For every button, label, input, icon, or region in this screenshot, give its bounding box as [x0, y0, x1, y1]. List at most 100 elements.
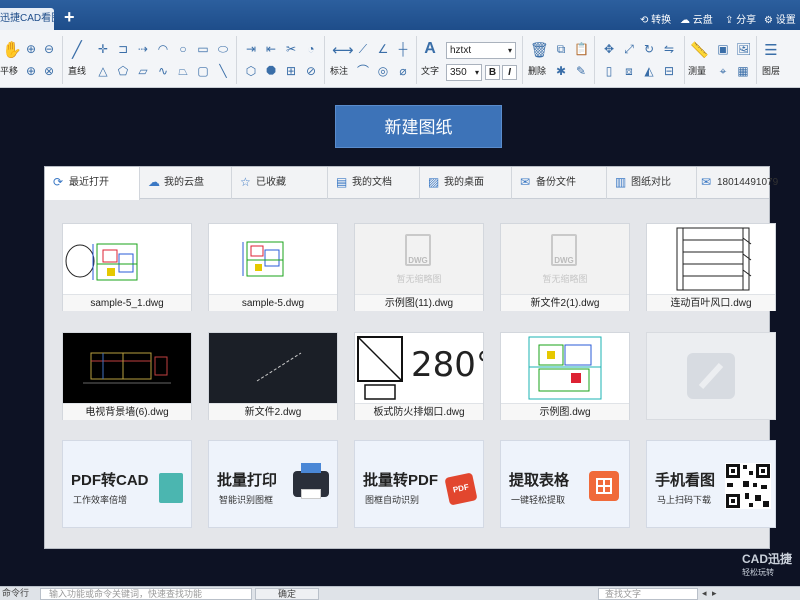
confirm-button[interactable]: 确定 — [255, 588, 319, 600]
italic-button[interactable]: I — [502, 65, 517, 80]
file-card[interactable]: DWG 暂无缩略图 新文件2(1).dwg — [500, 223, 630, 311]
extend-icon[interactable]: ⇤ — [264, 42, 278, 56]
cross-icon[interactable]: ✛ — [96, 42, 110, 56]
trapezoid-icon[interactable]: ⏢ — [176, 64, 190, 78]
promo-batch-pdf[interactable]: 批量转PDF 图框自动识别 PDF — [354, 440, 484, 528]
arc-icon[interactable]: ◠ — [156, 42, 170, 56]
tab-recent[interactable]: ⟳ 最近打开 — [45, 167, 140, 200]
file-card[interactable]: 连动百叶风口.dwg — [646, 223, 776, 311]
tab-account[interactable]: ✉ 18014491079 — [697, 167, 778, 199]
promo-mobile-view[interactable]: 手机看图 马上扫码下载 — [646, 440, 776, 528]
brush-icon[interactable]: ✎ — [574, 64, 588, 78]
explode-icon[interactable]: ✱ — [554, 64, 568, 78]
tab-cloud[interactable]: ☁ 我的云盘 — [140, 167, 232, 199]
file-card[interactable]: 280℃ 板式防火排烟口.dwg — [354, 332, 484, 420]
tab-backup[interactable]: ✉ 备份文件 — [512, 167, 607, 199]
file-card[interactable]: 新文件2.dwg — [208, 332, 338, 420]
zoom-window-icon[interactable]: ⊕ — [24, 64, 38, 78]
add-tab-button[interactable]: + — [64, 8, 75, 26]
font-size-select[interactable]: 350 ▾ — [446, 64, 482, 81]
zoom-out-icon[interactable]: ⊖ — [42, 42, 56, 56]
angular-dim-icon[interactable]: ∠ — [376, 42, 390, 56]
file-card[interactable]: sample-5_1.dwg — [62, 223, 192, 311]
settings-button[interactable]: ⚙ 设置 — [764, 11, 796, 26]
image-icon[interactable]: 🖼 — [736, 42, 751, 56]
ruler-icon[interactable]: 📏 — [690, 43, 709, 58]
command-input[interactable]: 输入功能或命令关键词，快速查找功能 — [40, 588, 252, 600]
promo-batch-print[interactable]: 批量打印 智能识别图框 — [208, 440, 338, 528]
arc-dim-icon[interactable]: ⌒ — [356, 64, 370, 78]
radius-dim-icon[interactable]: ◎ — [376, 64, 390, 78]
polyline-icon[interactable]: ⊐ — [116, 42, 130, 56]
tab-home[interactable]: 迅捷CAD看图-首页 — [0, 8, 54, 30]
scissors-icon[interactable]: ✂ — [284, 42, 298, 56]
file-card[interactable]: sample-5.dwg — [208, 223, 338, 311]
tab-compare[interactable]: ▥ 图纸对比 — [607, 167, 697, 199]
circle-icon[interactable]: ○ — [176, 42, 190, 56]
paste-icon[interactable]: 📋 — [574, 42, 589, 56]
parallelogram-icon[interactable]: ▱ — [136, 64, 150, 78]
search-text-input[interactable]: 查找文字 — [598, 588, 698, 600]
pentagon-icon[interactable]: ⬠ — [116, 64, 130, 78]
new-drawing-button[interactable]: 新建图纸 — [335, 105, 502, 148]
scale-icon[interactable]: ⤢ — [622, 42, 636, 56]
dark-drawing-thumbnail — [63, 333, 191, 403]
dash-line-icon[interactable]: ⇢ — [136, 42, 150, 56]
tab-documents[interactable]: ▤ 我的文档 — [328, 167, 420, 199]
triangle-icon[interactable]: △ — [96, 64, 110, 78]
octagon-icon[interactable]: ⯃ — [264, 64, 278, 78]
hexagon-icon[interactable]: ⬡ — [244, 64, 258, 78]
hatch-icon[interactable]: ⊘ — [304, 64, 318, 78]
tab-desktop[interactable]: ▨ 我的桌面 — [420, 167, 512, 199]
copy-icon[interactable]: ⧉ — [554, 42, 568, 56]
dimension-icon[interactable]: ⟷ — [332, 43, 354, 58]
mirror-triangle-icon[interactable]: ◭ — [642, 64, 656, 78]
file-name: 示例图(11).dwg — [355, 294, 483, 311]
table-icon[interactable]: ▦ — [736, 64, 750, 78]
line-icon[interactable]: ╱ — [70, 43, 84, 59]
file-convert-icon — [159, 473, 183, 503]
layers-icon[interactable]: ☰ — [764, 43, 778, 58]
zoom-extents-icon[interactable]: ⊗ — [42, 64, 56, 78]
curve-icon[interactable]: ∿ — [156, 64, 170, 78]
file-card[interactable]: DWG 暂无缩略图 示例图(11).dwg — [354, 223, 484, 311]
bold-button[interactable]: B — [485, 65, 500, 80]
font-select[interactable]: hztxt ▾ — [446, 42, 516, 59]
break-icon[interactable]: ⊟ — [662, 64, 676, 78]
rotate-icon[interactable]: ↻ — [642, 42, 656, 56]
search-prev-icon[interactable]: ◂ — [702, 587, 707, 600]
continuous-dim-icon[interactable]: ┼ — [396, 42, 410, 56]
aligned-dim-icon[interactable]: ⟋ — [356, 42, 370, 56]
placeholder-card[interactable] — [646, 332, 776, 420]
diagonal-icon[interactable]: ╲ — [216, 64, 230, 78]
cloud-button[interactable]: ☁ 云盘 — [680, 11, 713, 26]
drawing-thumbnail — [63, 224, 191, 294]
offset-icon[interactable]: ⧈ — [622, 64, 636, 78]
promo-extract-table[interactable]: 提取表格 一键轻松提取 — [500, 440, 630, 528]
coordinate-icon[interactable]: ⌖ — [716, 64, 730, 78]
trash-icon[interactable]: 🗑 — [530, 43, 549, 58]
promo-title: 手机看图 — [655, 472, 716, 489]
mirror-icon[interactable]: ⇋ — [662, 42, 676, 56]
tab-favorites[interactable]: ☆ 已收藏 — [232, 167, 328, 199]
share-button[interactable]: ⇪ 分享 — [725, 11, 756, 26]
trim-icon[interactable]: ⇥ — [244, 42, 258, 56]
rectangle-icon[interactable]: ▭ — [196, 42, 210, 56]
stretch-icon[interactable]: ▯ — [602, 64, 616, 78]
search-next-icon[interactable]: ▸ — [712, 587, 717, 600]
promo-pdf-to-cad[interactable]: PDF转CAD 工作效率倍增 — [62, 440, 192, 528]
area-icon[interactable]: ▣ — [716, 42, 730, 56]
hand-icon[interactable]: ✋ — [2, 43, 22, 59]
text-icon[interactable]: A — [423, 41, 437, 57]
promo-subtitle: 工作效率倍增 — [73, 495, 128, 505]
array-icon[interactable]: ⊞ — [284, 64, 298, 78]
rounded-rect-icon[interactable]: ▢ — [196, 64, 210, 78]
fillet-icon[interactable]: ◔ — [304, 42, 318, 56]
zoom-in-icon[interactable]: ⊕ — [24, 42, 38, 56]
ellipse-icon[interactable]: ⬭ — [216, 42, 230, 56]
move-icon[interactable]: ✥ — [602, 42, 616, 56]
file-card[interactable]: 电视背景墙(6).dwg — [62, 332, 192, 420]
convert-button[interactable]: ⟲ 转换 — [640, 11, 671, 26]
file-card[interactable]: 示例图.dwg — [500, 332, 630, 420]
diameter-dim-icon[interactable]: ⌀ — [396, 64, 410, 78]
